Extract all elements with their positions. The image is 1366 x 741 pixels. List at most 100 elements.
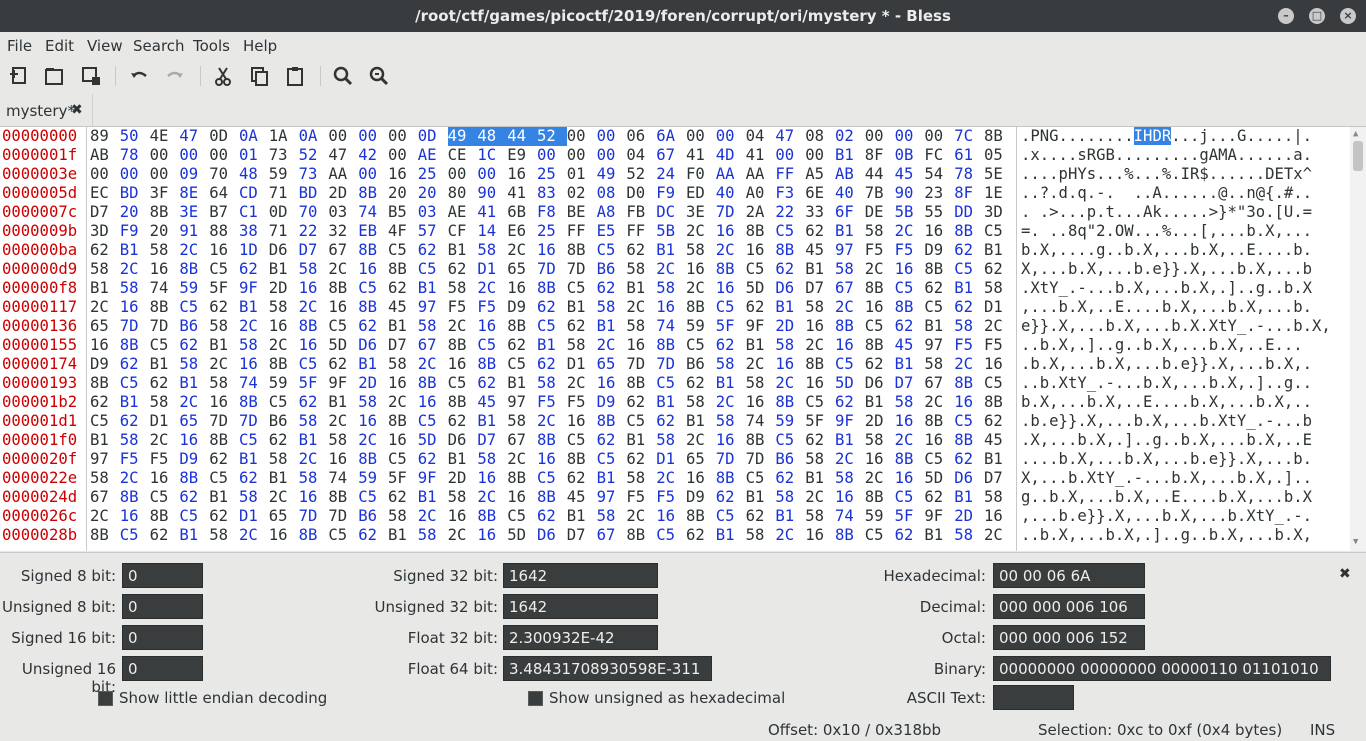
hex-byte[interactable]: 16 bbox=[90, 336, 114, 355]
hex-byte[interactable]: 20 bbox=[120, 203, 144, 222]
ascii-row[interactable]: ....pHYs...%...%.IR$......DETx^ bbox=[1021, 165, 1351, 184]
hex-byte[interactable]: 1C bbox=[477, 146, 501, 165]
hex-byte[interactable]: 16 bbox=[150, 469, 174, 488]
hex-byte[interactable]: D1 bbox=[984, 298, 1008, 317]
hex-byte[interactable]: 65 bbox=[90, 317, 114, 336]
hex-byte[interactable]: 83 bbox=[537, 184, 561, 203]
hex-byte[interactable]: AB bbox=[90, 146, 114, 165]
hex-byte[interactable]: 45 bbox=[805, 241, 829, 260]
hex-byte[interactable]: C5 bbox=[537, 469, 561, 488]
hex-byte[interactable]: 8B bbox=[954, 222, 978, 241]
hex-byte[interactable]: 58 bbox=[954, 317, 978, 336]
hex-byte[interactable]: 58 bbox=[448, 279, 472, 298]
hex-byte[interactable]: C5 bbox=[477, 336, 501, 355]
hex-byte[interactable]: 2C bbox=[328, 260, 352, 279]
hex-byte[interactable]: 2C bbox=[805, 488, 829, 507]
hex-byte[interactable]: 47 bbox=[775, 127, 799, 146]
hex-byte[interactable]: 62 bbox=[686, 374, 710, 393]
hex-byte[interactable]: B1 bbox=[90, 431, 114, 450]
ascii-row[interactable]: ,...b.e}}.X,...b.X,...b.XtY_.-. bbox=[1021, 507, 1351, 526]
hex-byte[interactable]: 62 bbox=[597, 279, 621, 298]
hex-byte[interactable]: 16 bbox=[448, 355, 472, 374]
hex-byte[interactable]: 20 bbox=[388, 184, 412, 203]
hex-byte[interactable]: 59 bbox=[269, 165, 293, 184]
hex-byte[interactable]: 5F bbox=[805, 412, 829, 431]
hex-row[interactable]: C5 62 D1 65 7D 7D B6 58 2C 16 8B C5 62 B1 58 2C 16 8B C5 62… bbox=[90, 412, 1016, 431]
hex-byte[interactable]: C5 bbox=[537, 317, 561, 336]
ascii-row[interactable]: ..b.X,...b.X,.]..g..b.X,...b.X, bbox=[1021, 526, 1351, 545]
hex-byte[interactable]: 0D bbox=[209, 127, 233, 146]
hex-byte[interactable]: 16 bbox=[716, 222, 740, 241]
hex-byte[interactable]: 16 bbox=[656, 507, 680, 526]
menu-help[interactable]: Help bbox=[243, 37, 277, 55]
ascii-row[interactable]: X,...b.XtY_.-...b.X,...b.X,.].. bbox=[1021, 469, 1351, 488]
ascii-row[interactable]: g..b.X,...b.X,..E....b.X,...b.X bbox=[1021, 488, 1351, 507]
hex-byte[interactable]: 58 bbox=[209, 317, 233, 336]
hex-byte[interactable]: 6A bbox=[656, 127, 680, 146]
hex-byte[interactable]: B1 bbox=[269, 260, 293, 279]
hex-byte[interactable]: 3D bbox=[984, 203, 1008, 222]
float64-field[interactable]: 3.48431708930598E-311 bbox=[503, 656, 712, 681]
hex-byte[interactable]: 7C bbox=[954, 127, 978, 146]
hex-byte[interactable]: B1 bbox=[984, 450, 1008, 469]
hex-byte[interactable]: 8B bbox=[746, 222, 770, 241]
hex-byte[interactable]: 8B bbox=[895, 298, 919, 317]
hex-byte[interactable]: B1 bbox=[537, 336, 561, 355]
hex-byte[interactable]: 8B bbox=[746, 431, 770, 450]
hex-byte[interactable]: 4F bbox=[388, 222, 412, 241]
hex-byte[interactable]: B1 bbox=[656, 393, 680, 412]
hex-byte[interactable]: 8B bbox=[597, 412, 621, 431]
hex-byte[interactable]: 58 bbox=[775, 488, 799, 507]
hex-byte[interactable]: 8B bbox=[775, 241, 799, 260]
hex-byte[interactable]: B1 bbox=[924, 317, 948, 336]
hex-byte[interactable]: 65 bbox=[597, 355, 621, 374]
hex-byte[interactable]: 8B bbox=[328, 488, 352, 507]
hex-byte[interactable]: B6 bbox=[269, 412, 293, 431]
hex-byte[interactable]: 16 bbox=[448, 507, 472, 526]
hex-byte[interactable]: B1 bbox=[626, 279, 650, 298]
ascii-row[interactable]: .PNG........IHDR...j...G.....|. bbox=[1021, 127, 1351, 146]
hex-byte[interactable]: 08 bbox=[805, 127, 829, 146]
hex-byte[interactable]: 67 bbox=[835, 279, 859, 298]
hex-byte[interactable]: 58 bbox=[179, 355, 203, 374]
hex-byte[interactable]: 2C bbox=[299, 450, 323, 469]
hex-byte[interactable]: C5 bbox=[120, 374, 144, 393]
hex-byte[interactable]: 2C bbox=[328, 412, 352, 431]
hex-byte[interactable]: BD bbox=[299, 184, 323, 203]
hex-byte[interactable]: 62 bbox=[656, 412, 680, 431]
hex-byte[interactable]: 7D bbox=[209, 412, 233, 431]
hex-byte[interactable]: D6 bbox=[537, 526, 561, 545]
hex-byte[interactable]: 8B bbox=[954, 374, 978, 393]
hex-byte[interactable]: 0D bbox=[269, 203, 293, 222]
hex-byte[interactable]: A0 bbox=[746, 184, 770, 203]
hex-byte[interactable]: 6B bbox=[507, 203, 531, 222]
hex-byte[interactable]: 16 bbox=[805, 526, 829, 545]
hex-byte[interactable]: 00 bbox=[716, 127, 740, 146]
hex-byte[interactable]: 58 bbox=[775, 336, 799, 355]
hex-byte[interactable]: 8B bbox=[865, 336, 889, 355]
hex-byte[interactable]: 70 bbox=[299, 203, 323, 222]
hex-byte[interactable]: 2C bbox=[239, 317, 263, 336]
maximize-button[interactable]: □ bbox=[1309, 8, 1325, 24]
hex-byte[interactable]: 62 bbox=[477, 374, 501, 393]
hex-byte[interactable]: 58 bbox=[537, 374, 561, 393]
hex-byte[interactable]: F5 bbox=[865, 241, 889, 260]
hex-byte[interactable]: 16 bbox=[895, 260, 919, 279]
hex-byte[interactable]: 97 bbox=[90, 450, 114, 469]
hex-byte[interactable]: 73 bbox=[269, 146, 293, 165]
hex-byte[interactable]: D0 bbox=[626, 184, 650, 203]
hex-byte[interactable]: 52 bbox=[626, 165, 650, 184]
hex-byte[interactable]: A5 bbox=[805, 165, 829, 184]
hex-byte[interactable]: 2D bbox=[328, 184, 352, 203]
unsigned8-field[interactable]: 0 bbox=[122, 594, 203, 619]
hex-byte[interactable]: 8F bbox=[954, 184, 978, 203]
hex-byte[interactable]: 00 bbox=[775, 146, 799, 165]
hex-column[interactable]: 89 50 4E 47 0D 0A 1A 0A 00 00 00 0D 49 48 44 52 00 00 06 6A… bbox=[90, 127, 1017, 551]
undo-icon[interactable] bbox=[128, 65, 150, 87]
hex-byte[interactable]: 58 bbox=[567, 336, 591, 355]
hex-byte[interactable]: 25 bbox=[537, 165, 561, 184]
scrollbar-thumb[interactable] bbox=[1353, 141, 1363, 171]
minimize-button[interactable]: – bbox=[1278, 8, 1294, 24]
hex-byte[interactable]: 16 bbox=[209, 393, 233, 412]
hex-byte[interactable]: 8B bbox=[90, 526, 114, 545]
